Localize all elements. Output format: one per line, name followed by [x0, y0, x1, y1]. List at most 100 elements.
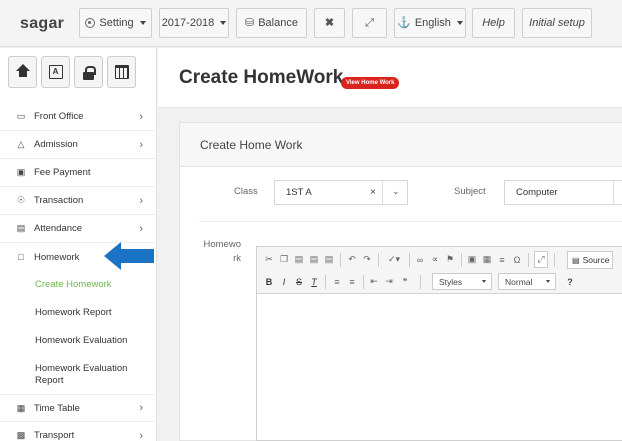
map-button[interactable]: A [41, 56, 70, 88]
special-char-icon[interactable]: Ω [511, 251, 523, 268]
fullscreen-button[interactable]: ✖ [314, 8, 345, 38]
sidebar-item-label: Fee Payment [34, 167, 91, 178]
paste-word-icon[interactable]: ▤ [323, 251, 335, 268]
class-select[interactable]: 1ST A × ⌄ [274, 180, 408, 205]
italic-icon[interactable]: I [278, 273, 290, 290]
sidebar-item-label: Homework [34, 251, 80, 263]
home-icon [15, 64, 30, 78]
sidebar-item-admission[interactable]: △ Admission › [0, 131, 157, 159]
settings-gear-icon [85, 18, 96, 28]
sidebar-item-fee-payment[interactable]: ▣ Fee Payment [0, 159, 157, 187]
paste-icon[interactable]: ▤ [293, 251, 305, 268]
styles-select[interactable]: Styles [432, 273, 492, 290]
chevron-down-icon [482, 280, 486, 283]
session-label: 2017-2018 [161, 17, 215, 29]
source-label: Source [582, 255, 610, 265]
expand-icon: ✖ [324, 16, 335, 29]
session-dropdown[interactable]: 2017-2018 [159, 8, 229, 38]
sidebar-item-label: Transport [34, 430, 75, 441]
calendar-button[interactable] [107, 56, 136, 88]
editor-toolbar: ✂ ❐ ▤ ▤ ▤ ↶ ↷ ✓▾ ∞ ∝ ⚑ ▣ ▦ ≡ Ω ⤢ ▤ Sourc… [257, 247, 622, 294]
help-question-icon[interactable]: ? [563, 273, 577, 290]
class-label: Class [234, 186, 258, 197]
indent-icon[interactable]: ⇥ [383, 273, 395, 290]
language-label: English [414, 17, 451, 29]
translate-icon: ⚓ [397, 16, 411, 29]
chevron-right-icon: › [139, 194, 143, 207]
redo-icon[interactable]: ↷ [361, 251, 373, 268]
file-icon: □ [18, 252, 24, 262]
bulleted-list-icon[interactable]: ≡ [346, 273, 358, 290]
anchor-flag-icon[interactable]: ⚑ [444, 251, 456, 268]
link-icon[interactable]: ∞ [414, 251, 426, 268]
sidebar-item-transaction[interactable]: ☉ Transaction › [0, 187, 157, 215]
setting-label: Setting [99, 17, 134, 29]
calendar-icon: ▦ [16, 402, 26, 413]
subject-label: Subject [454, 186, 486, 197]
initial-setup-button[interactable]: Initial setup [522, 8, 592, 38]
image-icon[interactable]: ▣ [466, 251, 478, 268]
form-divider [199, 221, 622, 222]
unlink-icon[interactable]: ∝ [429, 251, 441, 268]
bar-chart-icon: ▤ [16, 223, 26, 233]
language-dropdown[interactable]: ⚓ English [394, 8, 466, 38]
sidebar-item-label: Time Table [34, 402, 80, 414]
clear-icon[interactable]: × [370, 187, 376, 198]
sidebar-item-time-table[interactable]: ▦ Time Table › [0, 394, 157, 422]
submenu-homework-evaluation-report[interactable]: Homework Evaluation Report [35, 363, 135, 387]
panel-title: Create Home Work [200, 138, 303, 152]
resize-button[interactable]: ⤢ [352, 8, 387, 38]
homework-editor[interactable]: ✂ ❐ ▤ ▤ ▤ ↶ ↷ ✓▾ ∞ ∝ ⚑ ▣ ▦ ≡ Ω ⤢ ▤ Sourc… [256, 246, 622, 441]
cut-icon[interactable]: ✂ [263, 251, 275, 268]
sidebar-item-transport[interactable]: ▩ Transport › [0, 422, 157, 441]
chevron-down-icon [139, 21, 146, 25]
toolbar-separator [461, 253, 462, 267]
select-divider [382, 181, 383, 204]
chevron-down-icon [546, 280, 550, 283]
remove-format-icon[interactable]: T [308, 273, 320, 290]
lock-icon [83, 65, 96, 80]
source-icon: ▤ [572, 255, 580, 265]
toolbar-separator [340, 253, 341, 267]
calendar-icon [114, 65, 129, 79]
help-button[interactable]: Help [472, 8, 515, 38]
home-button[interactable] [8, 56, 37, 88]
map-icon: A [48, 65, 63, 79]
chevron-right-icon: › [139, 110, 143, 123]
horizontal-line-icon[interactable]: ≡ [496, 251, 508, 268]
page-header: Create HomeWork View Home Work [158, 48, 622, 108]
blockquote-icon[interactable]: ” [398, 273, 412, 290]
source-button[interactable]: ▤ Source [567, 251, 613, 269]
outdent-icon[interactable]: ⇤ [368, 273, 380, 290]
toolbar-separator [409, 253, 410, 267]
setting-dropdown[interactable]: Setting [79, 8, 152, 38]
numbered-list-icon[interactable]: ≡ [331, 273, 343, 290]
toolbar-separator [528, 253, 529, 267]
maximize-icon[interactable]: ⤢ [534, 251, 548, 268]
toolbar-separator [554, 253, 555, 267]
bold-icon[interactable]: B [263, 273, 275, 290]
top-bar: sagar Setting 2017-2018 ⛁ Balance ✖ ⤢ ⚓ … [0, 0, 622, 47]
strike-icon[interactable]: S [293, 273, 305, 290]
sidebar-item-attendance[interactable]: ▤ Attendance › [0, 215, 157, 243]
bus-icon: ▩ [16, 430, 26, 440]
submenu-create-homework[interactable]: Create Homework [35, 279, 112, 290]
balance-button[interactable]: ⛁ Balance [236, 8, 307, 38]
homework-label: Homework [203, 239, 242, 264]
monitor-icon: ▭ [16, 111, 26, 121]
sidebar-item-label: Transaction [34, 195, 84, 206]
paste-text-icon[interactable]: ▤ [308, 251, 320, 268]
submenu-homework-report[interactable]: Homework Report [35, 307, 112, 318]
table-icon[interactable]: ▦ [481, 251, 493, 268]
format-select[interactable]: Normal [498, 273, 556, 290]
lock-button[interactable] [74, 56, 103, 88]
styles-label: Styles [439, 276, 463, 287]
class-value: 1ST A [286, 187, 312, 198]
subject-select[interactable]: Computer [504, 180, 622, 205]
view-homework-badge[interactable]: View Home Work [341, 77, 400, 89]
sidebar-item-front-office[interactable]: ▭ Front Office › [0, 103, 157, 131]
copy-icon[interactable]: ❐ [278, 251, 290, 268]
undo-icon[interactable]: ↶ [346, 251, 358, 268]
spellcheck-icon[interactable]: ✓▾ [383, 251, 405, 268]
submenu-homework-evaluation[interactable]: Homework Evaluation [35, 335, 127, 346]
